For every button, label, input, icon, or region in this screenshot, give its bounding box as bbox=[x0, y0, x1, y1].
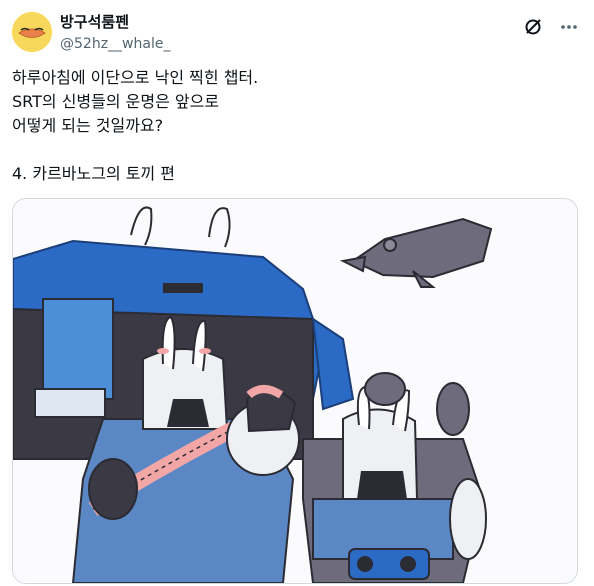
author-handle[interactable]: @52hz__whale_ bbox=[60, 34, 170, 54]
duck-face-icon bbox=[12, 12, 52, 52]
illustration-image bbox=[13, 199, 577, 583]
tweet-header: 방구석룸펜 @52hz__whale_ bbox=[12, 12, 582, 56]
more-dots-icon bbox=[561, 25, 577, 29]
more-button[interactable] bbox=[556, 14, 582, 40]
tweet-line: 4. 카르바노그의 토끼 편 bbox=[12, 164, 176, 183]
author-display-name[interactable]: 방구석룸펜 bbox=[60, 12, 170, 32]
tweet-line bbox=[12, 138, 582, 162]
author-names: 방구석룸펜 @52hz__whale_ bbox=[60, 12, 170, 54]
tweet-text: 하루아침에 이단으로 낙인 찍힌 챕터. SRT의 신병들의 운명은 앞으로 어… bbox=[12, 66, 582, 186]
tweet-media[interactable] bbox=[12, 198, 578, 584]
tweet-line: 어떻게 되는 것일까요? bbox=[12, 116, 164, 135]
grok-button[interactable] bbox=[520, 14, 546, 40]
grok-icon bbox=[525, 19, 541, 35]
header-actions bbox=[520, 14, 582, 40]
tweet-line: SRT의 신병들의 운명은 앞으로 bbox=[12, 92, 220, 111]
avatar[interactable] bbox=[12, 12, 52, 52]
tweet-line: 하루아침에 이단으로 낙인 찍힌 챕터. bbox=[12, 68, 259, 87]
